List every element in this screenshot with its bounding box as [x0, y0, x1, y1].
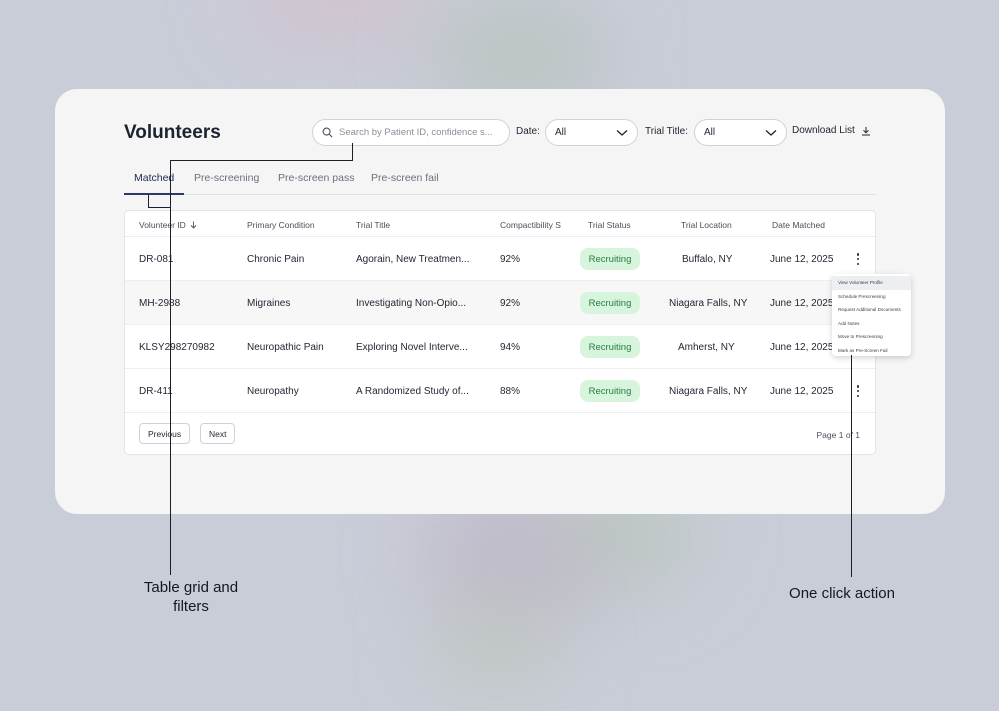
- trial-filter-label: Trial Title:: [645, 126, 688, 137]
- table-pagination: Previous Next Page 1 of 1: [125, 415, 875, 454]
- chevron-down-icon: [765, 129, 777, 136]
- callout-line: [170, 160, 352, 161]
- volunteer-id: DR-411: [139, 386, 173, 397]
- trial-location: Buffalo, NY: [682, 254, 733, 265]
- menu-item-move-to-prescreening[interactable]: Move to Prescreening: [832, 330, 911, 344]
- trial-filter-value: All: [704, 127, 716, 138]
- trial-location: Amherst, NY: [678, 342, 735, 353]
- background-blob: [240, 0, 440, 40]
- volunteer-id: DR-081: [139, 254, 174, 265]
- callout-line: [148, 195, 149, 207]
- column-header-trial-title[interactable]: Trial Title: [356, 220, 390, 230]
- trial-title: Exploring Novel Interve...: [356, 342, 468, 353]
- volunteer-id: KLSY298270982: [139, 342, 215, 353]
- menu-item-add-notes[interactable]: Add Notes: [832, 317, 911, 331]
- page-title: Volunteers: [124, 122, 221, 143]
- trial-title: A Randomized Study of...: [356, 386, 469, 397]
- table-row[interactable]: DR-411 Neuropathy A Randomized Study of.…: [125, 369, 875, 413]
- primary-condition: Chronic Pain: [247, 254, 305, 265]
- compatibility-score: 92%: [500, 254, 521, 265]
- volunteers-panel: Volunteers Date: All Trial Title: All Do…: [55, 89, 945, 514]
- trial-location: Niagara Falls, NY: [669, 386, 748, 397]
- table-row[interactable]: KLSY298270982 Neuropathic Pain Exploring…: [125, 325, 875, 369]
- menu-item-mark-prescreen-fail[interactable]: Mark as Pre-Screen Fail: [832, 344, 911, 358]
- primary-condition: Migraines: [247, 298, 291, 309]
- search-input[interactable]: [339, 127, 507, 138]
- next-page-button[interactable]: Next: [200, 423, 236, 444]
- menu-item-request-documents[interactable]: Request Additional Documents: [832, 303, 911, 317]
- primary-condition: Neuropathy: [247, 386, 299, 397]
- compatibility-score: 92%: [500, 298, 521, 309]
- volunteers-table: Volunteer ID Primary Condition Trial Tit…: [124, 210, 876, 455]
- trial-title: Investigating Non-Opio...: [356, 298, 467, 309]
- status-tabs: Matched Pre-screening Pre-screen pass Pr…: [124, 162, 876, 195]
- volunteer-id: MH-2988: [139, 298, 181, 309]
- tab-pre-screening[interactable]: Pre-screening: [194, 172, 259, 184]
- table-header: Volunteer ID Primary Condition Trial Tit…: [125, 211, 875, 237]
- status-badge: Recruiting: [580, 292, 640, 314]
- callout-line: [851, 355, 852, 577]
- arrow-down-icon: [190, 221, 197, 229]
- previous-page-button[interactable]: Previous: [139, 423, 191, 444]
- tab-matched[interactable]: Matched: [134, 172, 174, 184]
- download-icon: [861, 126, 870, 135]
- callout-one-click-action: One click action: [789, 585, 895, 602]
- date-matched: June 12, 2025: [770, 298, 834, 309]
- more-actions-icon[interactable]: [853, 251, 863, 267]
- date-filter-value: All: [555, 127, 567, 138]
- primary-condition: Neuropathic Pain: [247, 342, 324, 353]
- download-list-label: Download List: [792, 125, 855, 136]
- column-header-trial-location[interactable]: Trial Location: [681, 220, 732, 230]
- date-filter-select[interactable]: All: [545, 119, 638, 146]
- status-badge: Recruiting: [580, 380, 640, 402]
- search-icon: [322, 127, 333, 138]
- date-matched: June 12, 2025: [770, 254, 834, 265]
- table-row[interactable]: DR-081 Chronic Pain Agorain, New Treatme…: [125, 237, 875, 281]
- column-header-primary-condition[interactable]: Primary Condition: [247, 220, 315, 230]
- status-badge: Recruiting: [580, 336, 640, 358]
- callout-line: [148, 207, 170, 208]
- column-header-trial-status[interactable]: Trial Status: [588, 220, 631, 230]
- callout-table-grid: Table grid and filters: [143, 579, 239, 615]
- compatibility-score: 94%: [500, 342, 521, 353]
- trial-title: Agorain, New Treatmen...: [356, 254, 470, 265]
- menu-item-view-profile[interactable]: View Volunteer Profile: [832, 276, 911, 290]
- download-list-button[interactable]: Download List: [792, 125, 871, 136]
- table-row[interactable]: MH-2988 Migraines Investigating Non-Opio…: [125, 281, 875, 325]
- active-tab-indicator: [124, 193, 184, 195]
- date-filter-label: Date:: [516, 126, 540, 137]
- trial-location: Niagara Falls, NY: [669, 298, 748, 309]
- date-matched: June 12, 2025: [770, 342, 834, 353]
- row-actions-menu: View Volunteer Profile Schedule Prescree…: [832, 274, 911, 356]
- compatibility-score: 88%: [500, 386, 521, 397]
- page-indicator: Page 1 of 1: [816, 430, 860, 440]
- trial-filter-select[interactable]: All: [694, 119, 787, 146]
- callout-line: [170, 160, 171, 575]
- column-header-volunteer-id[interactable]: Volunteer ID: [139, 220, 197, 230]
- date-matched: June 12, 2025: [770, 386, 834, 397]
- column-header-date-matched[interactable]: Date Matched: [772, 220, 825, 230]
- background-blob: [430, 600, 560, 690]
- callout-line: [352, 143, 353, 161]
- status-badge: Recruiting: [580, 248, 640, 270]
- menu-item-schedule-prescreening[interactable]: Schedule Prescreening: [832, 290, 911, 304]
- tab-pre-screen-fail[interactable]: Pre-screen fail: [371, 172, 439, 184]
- chevron-down-icon: [616, 129, 628, 136]
- column-header-compatibility[interactable]: Compactibility S: [500, 220, 566, 230]
- tab-pre-screen-pass[interactable]: Pre-screen pass: [278, 172, 354, 184]
- more-actions-icon[interactable]: [853, 383, 863, 399]
- search-box[interactable]: [312, 119, 510, 146]
